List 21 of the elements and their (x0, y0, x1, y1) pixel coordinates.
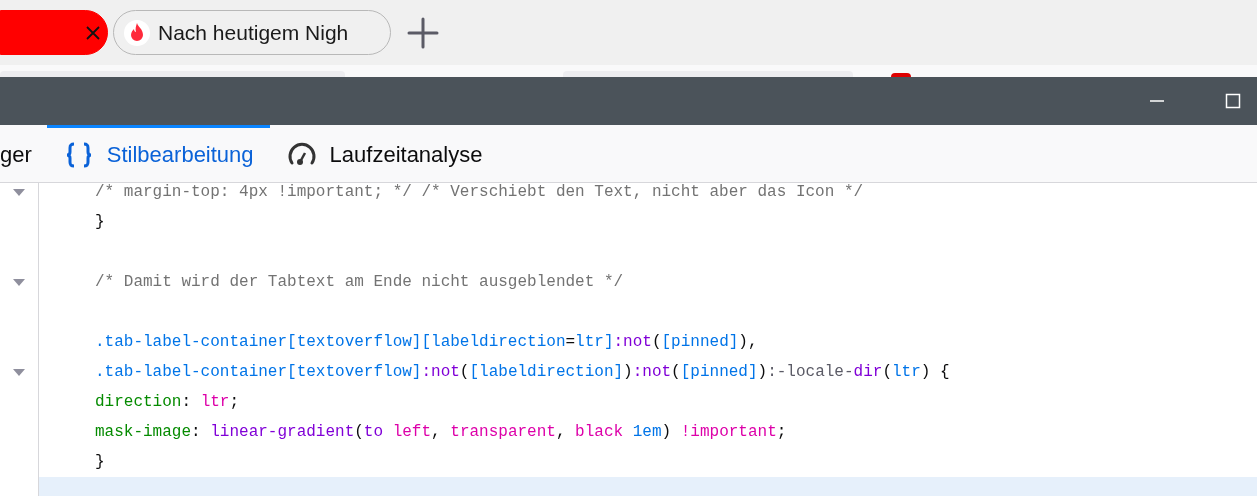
fold-arrow-icon[interactable] (12, 277, 26, 287)
plus-icon[interactable] (406, 15, 440, 50)
devtools-tab[interactable]: ger (0, 125, 47, 182)
close-icon[interactable] (85, 24, 101, 41)
code-line: } (95, 213, 105, 231)
devtools-tab[interactable]: Stilbearbeitung (46, 125, 270, 182)
fold-arrow-icon[interactable] (12, 367, 26, 377)
code-line: } (95, 453, 105, 471)
browser-tab[interactable] (0, 10, 108, 55)
code-line: /* Damit wird der Tabtext am Ende nicht ausgeblendet */ (95, 273, 624, 291)
fold-arrow-icon[interactable] (12, 187, 26, 197)
code-line: .tab-label-container[textoverflow][labeldirection=ltr]:not([pinned]), (95, 333, 758, 351)
code-line: direction: ltr; (95, 393, 240, 411)
devtools-tab[interactable]: Laufzeitanalyse (269, 125, 499, 182)
browser-tab[interactable]: Nach heutigem Nigh (113, 10, 391, 55)
toolbar-icon[interactable] (891, 73, 911, 77)
code-line: /* margin-top: 4px !important; */ /* Verschiebt den Text, nicht aber das Icon */ (95, 183, 864, 201)
code-line: mask-image: linear-gradient(to left, transparent, black 1em) !important; (95, 423, 787, 441)
flame-icon (124, 19, 150, 46)
maximize-icon[interactable] (1225, 93, 1241, 109)
code-line: .tab-label-container[textoverflow]:not([labeldirection]):not([pinned]):-locale-dir(ltr) { (95, 363, 950, 381)
